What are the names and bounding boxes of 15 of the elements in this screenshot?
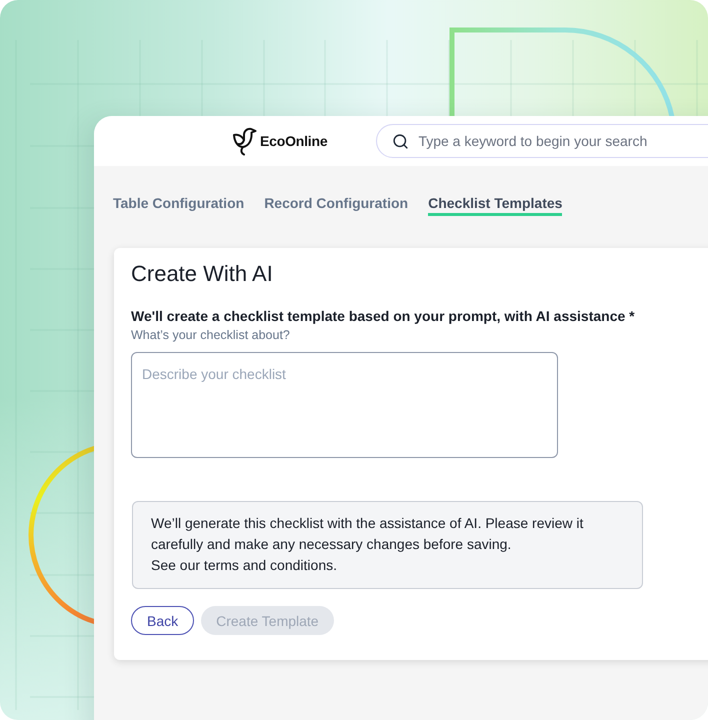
tab[interactable]: Record Configuration bbox=[264, 194, 408, 216]
notice-text: We’ll generate this checklist with the assistance of AI. Please review it carefully and make any necessary changes before saving. bbox=[151, 514, 584, 554]
notice-text: See our terms and conditions. bbox=[151, 556, 338, 575]
search-icon bbox=[392, 132, 410, 150]
hint-text: What’s your checklist about? bbox=[131, 328, 290, 342]
logo-text: EcoOnline bbox=[260, 132, 328, 150]
bird-logo-icon bbox=[232, 126, 257, 156]
search-field[interactable]: Type a keyword to begin your search bbox=[376, 124, 708, 158]
tab[interactable]: Checklist Templates bbox=[428, 194, 562, 216]
card-title: Create With AI bbox=[131, 261, 273, 287]
tab[interactable]: Table Configuration bbox=[113, 194, 244, 216]
search-input[interactable]: Type a keyword to begin your search bbox=[418, 130, 708, 152]
checklist-textarea[interactable]: Describe your checklist bbox=[131, 352, 558, 458]
back-button[interactable]: Back bbox=[131, 606, 194, 635]
prompt-label: We'll create a checklist template based on your prompt, with AI assistance * bbox=[131, 307, 635, 325]
